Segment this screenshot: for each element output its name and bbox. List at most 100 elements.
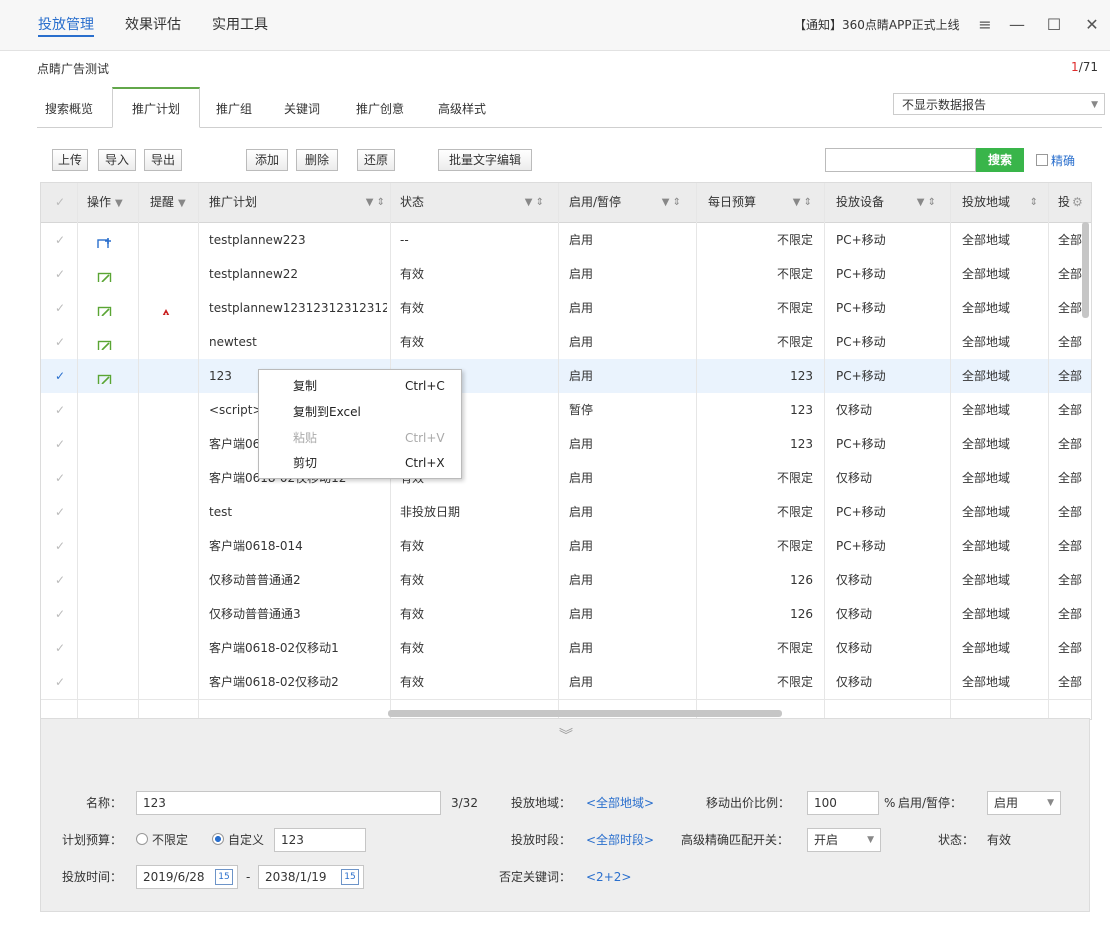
cell-extra[interactable]: 全部 bbox=[1058, 597, 1088, 631]
row-checkbox[interactable]: ✓ bbox=[55, 631, 65, 665]
mobile-ratio-input[interactable]: 100 bbox=[807, 791, 879, 815]
cell-device[interactable]: PC+移动 bbox=[836, 325, 946, 359]
cell-budget[interactable]: 126 bbox=[708, 597, 813, 631]
cell-region[interactable]: 全部地域 bbox=[962, 461, 1042, 495]
cell-extra[interactable]: 全部 bbox=[1058, 495, 1088, 529]
row-checkbox[interactable]: ✓ bbox=[55, 529, 65, 563]
cell-budget[interactable]: 123 bbox=[708, 359, 813, 393]
header-budget[interactable]: 每日预算 ▼ ⇕ bbox=[708, 183, 812, 222]
collapse-chevron-icon[interactable]: ︾ bbox=[559, 725, 573, 745]
cell-extra[interactable]: 全部 bbox=[1058, 359, 1088, 393]
header-device[interactable]: 投放设备 ▼ ⇕ bbox=[836, 183, 936, 222]
row-checkbox[interactable]: ✓ bbox=[55, 563, 65, 597]
cell-device[interactable]: PC+移动 bbox=[836, 359, 946, 393]
cell-device[interactable]: PC+移动 bbox=[836, 427, 946, 461]
cell-region[interactable]: 全部地域 bbox=[962, 495, 1042, 529]
cell-region[interactable]: 全部地域 bbox=[962, 291, 1042, 325]
row-checkbox[interactable]: ✓ bbox=[55, 359, 65, 393]
vertical-scrollbar[interactable] bbox=[1082, 222, 1089, 318]
enable-select[interactable]: 启用 ▼ bbox=[987, 791, 1061, 815]
header-status[interactable]: 状态 ▼ ⇕ bbox=[400, 183, 544, 222]
cell-budget[interactable]: 不限定 bbox=[708, 665, 813, 699]
budget-custom-radio[interactable]: 自定义 bbox=[212, 828, 264, 852]
cell-device[interactable]: PC+移动 bbox=[836, 529, 946, 563]
upload-button[interactable]: 上传 bbox=[52, 149, 88, 171]
menu-item-copy[interactable]: 复制 bbox=[293, 375, 317, 397]
notice-link[interactable]: 【通知】360点睛APP正式上线 bbox=[794, 0, 960, 50]
cell-status[interactable]: 有效 bbox=[400, 529, 550, 563]
tab-ad-groups[interactable]: 推广组 bbox=[207, 87, 261, 127]
cell-region[interactable]: 全部地域 bbox=[962, 563, 1042, 597]
cell-status[interactable]: 有效 bbox=[400, 665, 550, 699]
cell-region[interactable]: 全部地域 bbox=[962, 393, 1042, 427]
cell-enable[interactable]: 启用 bbox=[569, 631, 689, 665]
cell-plan[interactable]: 客户端0618-02仅移动2 bbox=[209, 665, 387, 699]
cell-enable[interactable]: 启用 bbox=[569, 427, 689, 461]
cell-budget[interactable]: 126 bbox=[708, 563, 813, 597]
cell-status[interactable]: 有效 bbox=[400, 597, 550, 631]
cell-extra[interactable]: 全部 bbox=[1058, 665, 1088, 699]
cell-enable[interactable]: 启用 bbox=[569, 461, 689, 495]
header-region[interactable]: 投放地域 ⇕ bbox=[962, 183, 1038, 222]
cell-enable[interactable]: 启用 bbox=[569, 325, 689, 359]
edit-icon[interactable] bbox=[97, 334, 113, 350]
header-operation[interactable]: 操作 ▼ bbox=[87, 183, 123, 222]
import-button[interactable]: 导入 bbox=[98, 149, 136, 171]
cell-extra[interactable]: 全部 bbox=[1058, 461, 1088, 495]
search-button[interactable]: 搜索 bbox=[976, 148, 1024, 172]
cell-budget[interactable]: 123 bbox=[708, 393, 813, 427]
cell-budget[interactable]: 不限定 bbox=[708, 529, 813, 563]
cell-device[interactable]: 仅移动 bbox=[836, 563, 946, 597]
budget-input[interactable]: 123 bbox=[274, 828, 366, 852]
cell-extra[interactable]: 全部 bbox=[1058, 563, 1088, 597]
search-input[interactable] bbox=[825, 148, 976, 172]
cell-extra[interactable]: 全部 bbox=[1058, 393, 1088, 427]
menu-item-copy-to-excel[interactable]: 复制到Excel bbox=[293, 401, 361, 423]
cell-status[interactable]: -- bbox=[400, 223, 550, 257]
cell-budget[interactable]: 123 bbox=[708, 427, 813, 461]
add-button[interactable]: 添加 bbox=[246, 149, 288, 171]
start-date-input[interactable]: 2019/6/28 15 bbox=[136, 865, 238, 889]
cell-device[interactable]: 仅移动 bbox=[836, 631, 946, 665]
negative-keyword-link[interactable]: <2+2> bbox=[586, 865, 631, 889]
nav-delivery-management[interactable]: 投放管理 bbox=[38, 0, 94, 50]
cell-plan[interactable]: testplannew223 bbox=[209, 223, 387, 257]
tab-keywords[interactable]: 关键词 bbox=[275, 87, 329, 127]
nav-effect-evaluation[interactable]: 效果评估 bbox=[125, 0, 181, 50]
cell-extra[interactable]: 全部 bbox=[1058, 427, 1088, 461]
cell-status[interactable]: 有效 bbox=[400, 257, 550, 291]
cell-enable[interactable]: 启用 bbox=[569, 665, 689, 699]
close-icon[interactable]: ✕ bbox=[1081, 14, 1103, 36]
row-checkbox[interactable]: ✓ bbox=[55, 257, 65, 291]
row-checkbox[interactable]: ✓ bbox=[55, 325, 65, 359]
tab-campaigns[interactable]: 推广计划 bbox=[112, 87, 200, 128]
cell-device[interactable]: 仅移动 bbox=[836, 393, 946, 427]
row-checkbox[interactable]: ✓ bbox=[55, 427, 65, 461]
row-checkbox[interactable]: ✓ bbox=[55, 597, 65, 631]
cell-plan[interactable]: testplannew12312312312312 bbox=[209, 291, 387, 325]
cell-device[interactable]: 仅移动 bbox=[836, 597, 946, 631]
horizontal-scrollbar[interactable] bbox=[388, 710, 782, 717]
cell-plan[interactable]: newtest bbox=[209, 325, 387, 359]
cell-device[interactable]: 仅移动 bbox=[836, 665, 946, 699]
select-all-checkbox[interactable]: ✓ bbox=[55, 183, 65, 222]
cell-status[interactable]: 有效 bbox=[400, 631, 550, 665]
edit-icon[interactable] bbox=[97, 300, 113, 316]
cell-region[interactable]: 全部地域 bbox=[962, 223, 1042, 257]
cell-device[interactable]: PC+移动 bbox=[836, 291, 946, 325]
tab-search-overview[interactable]: 搜索概览 bbox=[37, 87, 101, 127]
cell-budget[interactable]: 不限定 bbox=[708, 257, 813, 291]
cell-region[interactable]: 全部地域 bbox=[962, 597, 1042, 631]
cell-plan[interactable]: test bbox=[209, 495, 387, 529]
end-date-input[interactable]: 2038/1/19 15 bbox=[258, 865, 364, 889]
exact-match-checkbox[interactable]: 精确 bbox=[1036, 152, 1075, 169]
cell-status[interactable]: 有效 bbox=[400, 291, 550, 325]
menu-item-cut[interactable]: 剪切 bbox=[293, 452, 317, 474]
cell-status[interactable]: 有效 bbox=[400, 325, 550, 359]
cell-budget[interactable]: 不限定 bbox=[708, 461, 813, 495]
cell-device[interactable]: PC+移动 bbox=[836, 495, 946, 529]
header-extra[interactable]: 投 ⚙ bbox=[1058, 183, 1083, 222]
warning-icon[interactable] bbox=[159, 301, 173, 315]
minimize-icon[interactable]: — bbox=[1006, 14, 1028, 36]
row-checkbox[interactable]: ✓ bbox=[55, 393, 65, 427]
